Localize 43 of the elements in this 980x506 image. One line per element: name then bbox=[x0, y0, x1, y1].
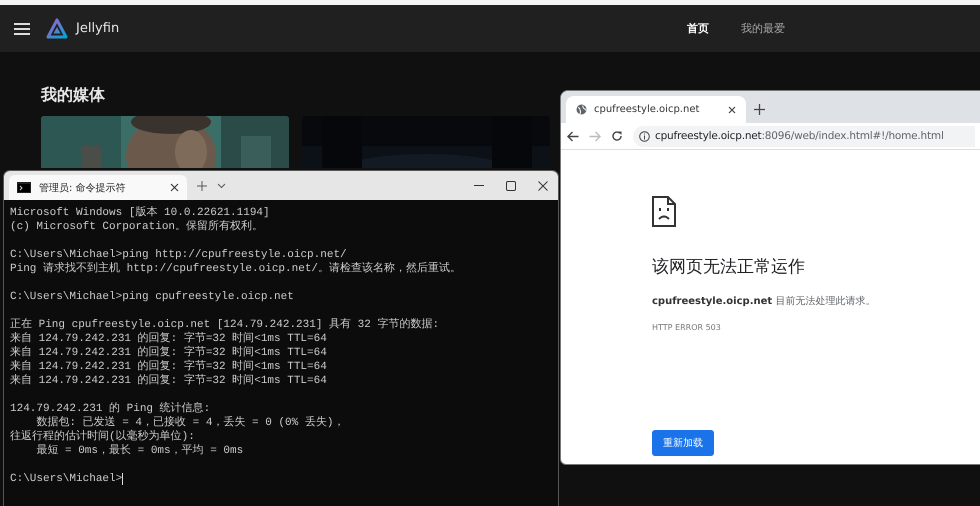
terminal-line: C:\Users\Michael>ping http://cpufreestyle.oicp.net/ bbox=[10, 248, 347, 262]
close-icon[interactable] bbox=[538, 180, 548, 190]
terminal-line: 来自 124.79.242.231 的回复: 字节=32 时间<1ms TTL=64 bbox=[10, 374, 327, 388]
terminal-line: 正在 Ping cpufreestyle.oicp.net [124.79.242.231] 具有 32 字节的数据: bbox=[10, 318, 440, 332]
terminal-line: (c) Microsoft Corporation。保留所有权利。 bbox=[10, 220, 264, 234]
terminal-prompt: C:\Users\Michael> bbox=[10, 472, 122, 486]
reload-icon[interactable] bbox=[611, 130, 623, 142]
plus-icon[interactable] bbox=[197, 180, 207, 190]
address-bar[interactable]: cpufreestyle.oicp.net:8096/web/index.html#!/home.html bbox=[633, 126, 975, 146]
info-icon bbox=[639, 130, 650, 142]
terminal-line: 往返行程的估计时间(以毫秒为单位): bbox=[10, 430, 195, 444]
text-cursor bbox=[122, 473, 124, 485]
back-icon[interactable] bbox=[567, 130, 579, 142]
error-message: cpufreestyle.oicp.net 目前无法处理此请求。 bbox=[652, 294, 876, 308]
terminal-line: 来自 124.79.242.231 的回复: 字节=32 时间<1ms TTL=64 bbox=[10, 360, 327, 374]
terminal-line: 来自 124.79.242.231 的回复: 字节=32 时间<1ms TTL=64 bbox=[10, 346, 327, 360]
terminal-line: Ping 请求找不到主机 http://cpufreestyle.oicp.net/。请检查该名称，然后重试。 bbox=[10, 262, 462, 276]
maximize-icon[interactable] bbox=[506, 180, 516, 190]
chevron-down-icon[interactable] bbox=[217, 182, 226, 188]
terminal-line: 最短 = 0ms，最长 = 0ms，平均 = 0ms bbox=[35, 444, 244, 458]
nav-tab[interactable]: 我的最爱 bbox=[741, 21, 786, 36]
app-name: Jellyfin bbox=[76, 21, 120, 36]
close-icon[interactable] bbox=[728, 106, 736, 114]
globe-icon bbox=[576, 104, 587, 115]
terminal-tab[interactable]: 管理员: 命令提示符 bbox=[9, 175, 187, 200]
section-title: 我的媒体 bbox=[41, 85, 106, 106]
error-code: HTTP ERROR 503 bbox=[652, 323, 721, 332]
reload-button[interactable]: 重新加载 bbox=[652, 430, 714, 456]
nav-tab[interactable]: 首页 bbox=[687, 21, 710, 36]
error-heading: 该网页无法正常运作 bbox=[652, 256, 805, 278]
terminal-line: 来自 124.79.242.231 的回复: 字节=32 时间<1ms TTL=64 bbox=[10, 332, 327, 346]
terminal-line: C:\Users\Michael>ping cpufreestyle.oicp.net bbox=[10, 290, 294, 304]
browser-tab[interactable]: cpufreestyle.oicp.net bbox=[566, 96, 746, 123]
sad-page-icon bbox=[652, 196, 676, 227]
terminal-icon bbox=[17, 182, 31, 193]
close-icon[interactable] bbox=[170, 183, 179, 192]
url-text: cpufreestyle.oicp.net:8096/web/index.html#!/home.html bbox=[655, 130, 944, 142]
logo-icon bbox=[46, 18, 68, 40]
terminal-line: Microsoft Windows [版本 10.0.22621.1194] bbox=[10, 206, 270, 220]
terminal-line: 124.79.242.231 的 Ping 统计信息: bbox=[10, 402, 210, 416]
plus-icon[interactable] bbox=[754, 104, 765, 115]
menu-icon[interactable] bbox=[14, 22, 30, 34]
terminal-line: 数据包: 已发送 = 4，已接收 = 4，丢失 = 0 (0% 丢失)， bbox=[35, 416, 344, 430]
